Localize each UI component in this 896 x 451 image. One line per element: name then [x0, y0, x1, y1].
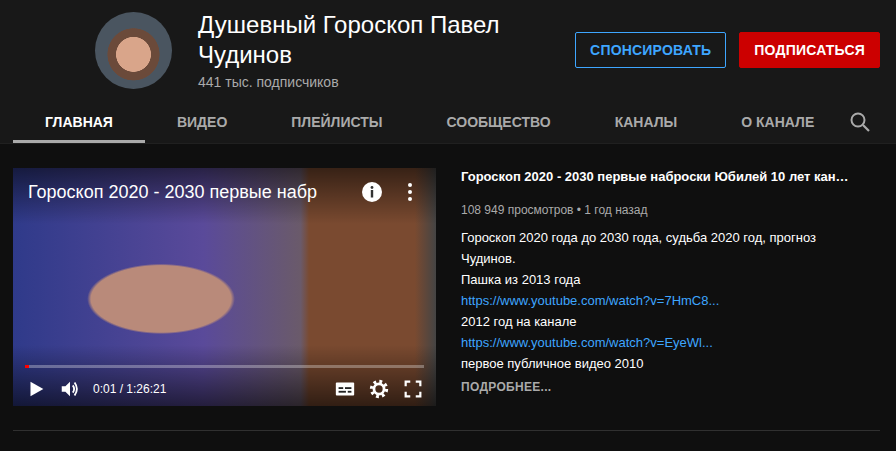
subtitles-icon[interactable]	[334, 378, 356, 400]
section-divider	[13, 430, 880, 431]
description-line: Чудинов.	[461, 248, 880, 269]
tab[interactable]: ПЛЕЙЛИСТЫ	[259, 100, 414, 143]
description-link[interactable]: https://www.youtube.com/watch?v=EyeWl...	[461, 332, 880, 353]
channel-page: Душевный Гороскоп Павел Чудинов 441 тыс. …	[0, 0, 896, 451]
description-line: Пашка из 2013 года	[461, 269, 880, 290]
tab[interactable]: ВИДЕО	[145, 100, 259, 143]
play-icon[interactable]	[25, 378, 47, 400]
description-line: первое публичное видео 2010	[461, 353, 880, 374]
channel-avatar[interactable]	[95, 12, 172, 89]
description-line: Гороскоп 2020 года до 2030 года, судьба …	[461, 227, 880, 248]
tab[interactable]: ГЛАВНАЯ	[13, 100, 145, 143]
gear-icon[interactable]	[368, 378, 390, 400]
info-icon[interactable]	[360, 180, 384, 204]
control-row: 0:01 / 1:26:21	[25, 378, 424, 400]
more-icon[interactable]	[398, 180, 422, 204]
subscriber-count: 441 тыс. подписчиков	[198, 74, 568, 90]
channel-info: Душевный Гороскоп Павел Чудинов 441 тыс. …	[198, 10, 568, 90]
channel-name: Душевный Гороскоп Павел Чудинов	[198, 10, 568, 70]
video-player[interactable]: Гороскоп 2020 - 2030 первые набр 0:01 / 1…	[13, 168, 436, 406]
header-buttons: СПОНСИРОВАТЬ ПОДПИСАТЬСЯ	[575, 32, 880, 68]
player-controls: 0:01 / 1:26:21	[13, 345, 436, 406]
volume-icon[interactable]	[59, 378, 81, 400]
player-top-bar: Гороскоп 2020 - 2030 первые набр	[13, 168, 436, 224]
featured-video: Гороскоп 2020 - 2030 первые набр 0:01 / 1…	[13, 168, 880, 406]
description-link[interactable]: https://www.youtube.com/watch?v=7HmC8...	[461, 290, 880, 311]
description-line: 2012 год на канале	[461, 311, 880, 332]
tab-bar: ГЛАВНАЯВИДЕОПЛЕЙЛИСТЫСООБЩЕСТВОКАНАЛЫО К…	[0, 100, 896, 144]
search-icon[interactable]	[848, 110, 872, 134]
sponsor-button[interactable]: СПОНСИРОВАТЬ	[575, 32, 726, 68]
player-title[interactable]: Гороскоп 2020 - 2030 первые набр	[28, 182, 346, 203]
channel-header: Душевный Гороскоп Павел Чудинов 441 тыс. …	[0, 0, 896, 100]
more-button[interactable]: ПОДРОБНЕЕ...	[461, 380, 880, 394]
tab[interactable]: СООБЩЕСТВО	[415, 100, 583, 143]
video-details: Гороскоп 2020 - 2030 первые наброски Юби…	[461, 168, 880, 406]
time-display: 0:01 / 1:26:21	[93, 382, 166, 396]
fullscreen-icon[interactable]	[402, 378, 424, 400]
video-meta: 108 949 просмотров • 1 год назад	[461, 201, 880, 219]
subscribe-button[interactable]: ПОДПИСАТЬСЯ	[739, 32, 880, 68]
tab[interactable]: О КАНАЛЕ	[709, 100, 846, 143]
progress-bar[interactable]	[25, 365, 424, 368]
content: Гороскоп 2020 - 2030 первые набр 0:01 / 1…	[0, 144, 896, 431]
progress-fill	[25, 365, 29, 368]
video-description: Гороскоп 2020 года до 2030 года, судьба …	[461, 227, 880, 374]
tab[interactable]: КАНАЛЫ	[583, 100, 710, 143]
video-title[interactable]: Гороскоп 2020 - 2030 первые наброски Юби…	[461, 168, 880, 186]
